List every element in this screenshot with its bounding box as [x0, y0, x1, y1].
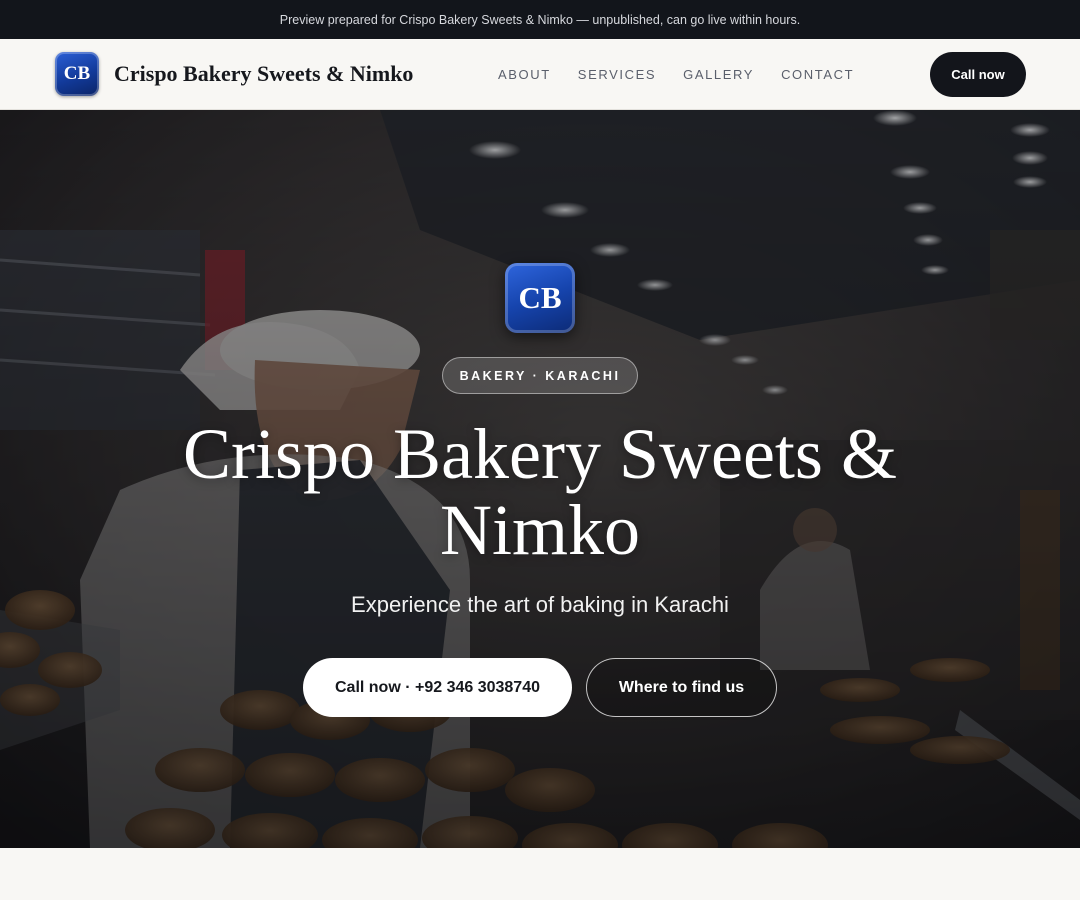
hero-title: Crispo Bakery Sweets & Nimko	[183, 414, 897, 570]
hero-subtitle: Experience the art of baking in Karachi	[351, 592, 729, 617]
main-nav: ABOUT SERVICES GALLERY CONTACT	[498, 39, 881, 109]
brand-name[interactable]: Crispo Bakery Sweets & Nimko	[114, 61, 413, 87]
hero-section: CB BAKERY · KARACHI Crispo Bakery Sweets…	[0, 110, 1080, 848]
preview-banner-text: Preview prepared for Crispo Bakery Sweet…	[279, 12, 801, 27]
brand[interactable]: CB Crispo Bakery Sweets & Nimko	[55, 52, 413, 96]
next-section	[0, 848, 1080, 900]
header-call-button[interactable]: Call now	[930, 52, 1026, 97]
nav-link-gallery[interactable]: GALLERY	[683, 67, 754, 82]
hero-location-button[interactable]: Where to find us	[586, 658, 777, 717]
nav-link-contact[interactable]: CONTACT	[781, 67, 854, 82]
nav-link-about[interactable]: ABOUT	[498, 67, 551, 82]
hero-logo: CB	[505, 263, 575, 333]
preview-banner: Preview prepared for Crispo Bakery Sweet…	[0, 0, 1080, 39]
brand-logo[interactable]: CB	[55, 52, 99, 96]
nav-link-services[interactable]: SERVICES	[578, 67, 656, 82]
hero-call-button[interactable]: Call now · +92 346 3038740	[303, 658, 572, 717]
hero-category-badge: BAKERY · KARACHI	[442, 357, 638, 394]
site-header: CB Crispo Bakery Sweets & Nimko ABOUT SE…	[0, 39, 1080, 110]
